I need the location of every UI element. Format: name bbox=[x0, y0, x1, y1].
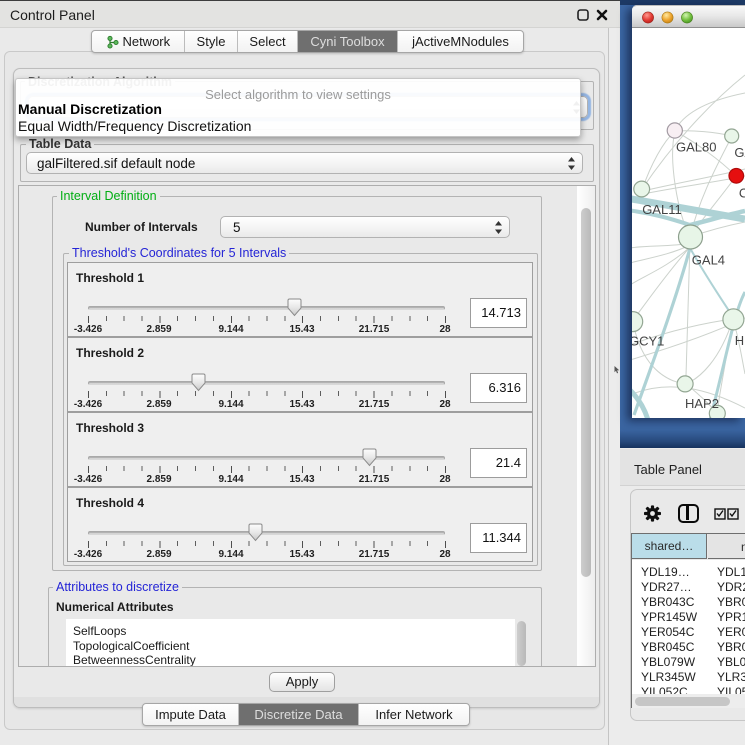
svg-text:H: H bbox=[735, 333, 744, 348]
svg-text:GAL4: GAL4 bbox=[692, 252, 725, 267]
svg-text:HAP2: HAP2 bbox=[685, 396, 719, 411]
svg-text:GCY1: GCY1 bbox=[632, 334, 664, 349]
svg-text:GAL80: GAL80 bbox=[676, 140, 716, 155]
svg-text:GA: GA bbox=[734, 145, 745, 160]
svg-text:GAL11: GAL11 bbox=[642, 202, 682, 217]
svg-text:C: C bbox=[739, 186, 745, 201]
